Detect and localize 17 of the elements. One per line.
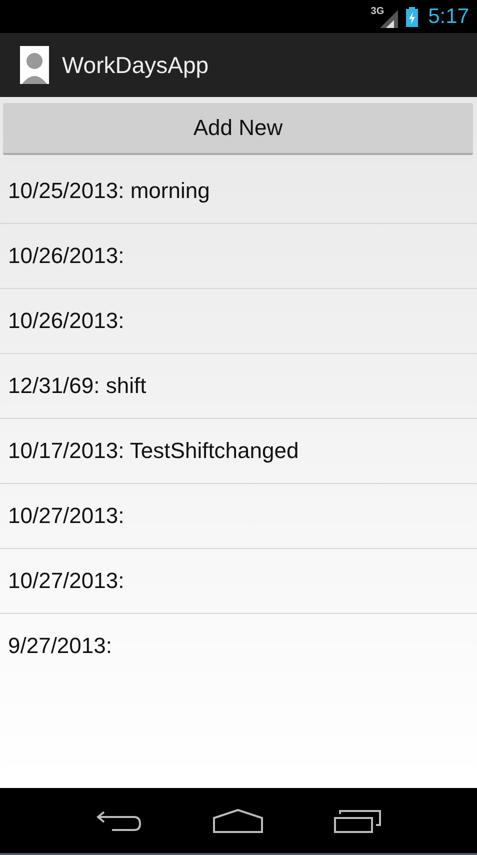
list-item[interactable]: 12/31/69: shift — [0, 354, 477, 419]
person-icon — [20, 46, 49, 84]
list-item[interactable]: 10/17/2013: TestShiftchanged — [0, 419, 477, 484]
list-item[interactable]: 9/27/2013: — [0, 614, 477, 678]
back-icon[interactable] — [96, 810, 142, 832]
network-type: 3G — [370, 6, 384, 17]
battery-icon — [406, 6, 418, 26]
recent-apps-icon[interactable] — [334, 808, 382, 832]
list-item[interactable]: 10/25/2013: morning — [0, 159, 477, 224]
add-new-button[interactable]: Add New — [3, 103, 473, 155]
list-item[interactable]: 10/27/2013: — [0, 484, 477, 549]
clock-time: 5:17 — [428, 4, 469, 28]
list-item[interactable]: 10/27/2013: — [0, 549, 477, 614]
list-item[interactable]: 10/26/2013: — [0, 289, 477, 354]
list-item[interactable]: 10/26/2013: — [0, 224, 477, 289]
app-title: WorkDaysApp — [62, 52, 209, 78]
home-icon[interactable] — [212, 808, 262, 832]
